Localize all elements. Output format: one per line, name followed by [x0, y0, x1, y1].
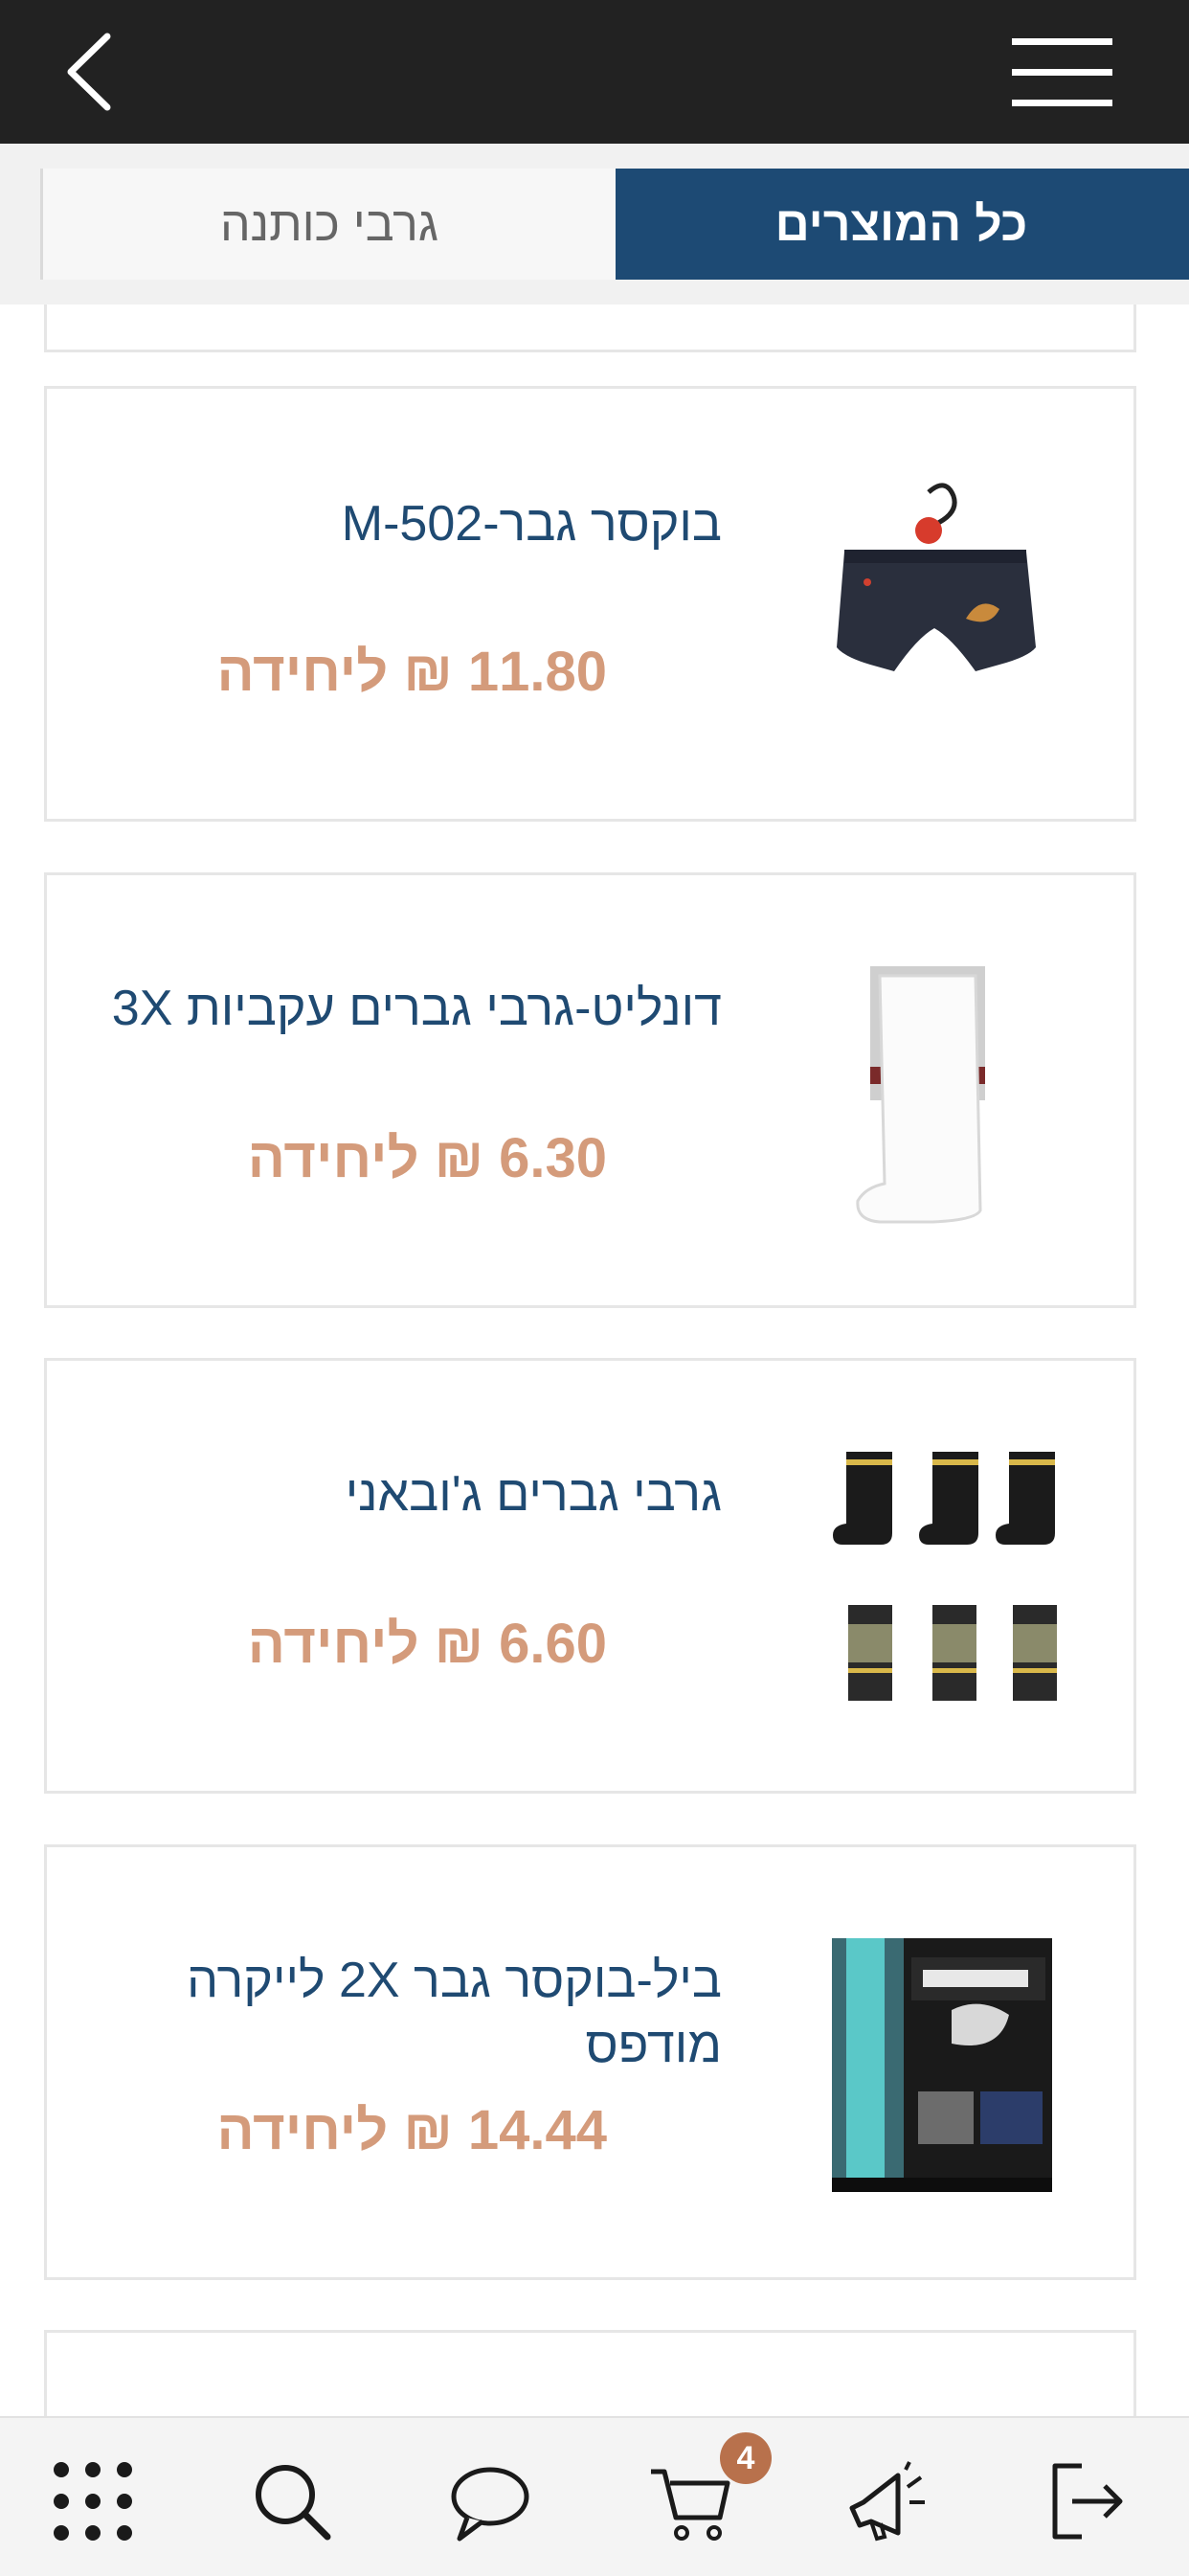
- product-price: 6.60 ₪ ליחידה: [247, 1613, 607, 1675]
- product-price: 11.80 ₪ ליחידה: [216, 641, 608, 703]
- redbuck-boxer-pack-image: [832, 1938, 1052, 2192]
- product-card[interactable]: בוקסר גבר-M-502 11.80 ₪ ליחידה: [44, 386, 1136, 822]
- tab-cotton-socks[interactable]: גרבי כותנה: [40, 169, 616, 280]
- logout-icon[interactable]: [1043, 2458, 1130, 2544]
- product-title: ביל-בוקסר גבר 2X לייקרה מודפס: [187, 1953, 722, 2073]
- product-title: בוקסר גבר-M-502: [341, 496, 722, 552]
- chevron-left-icon[interactable]: [57, 29, 124, 115]
- search-icon[interactable]: [249, 2458, 335, 2544]
- cart-count-badge: 4: [720, 2432, 772, 2484]
- product-card-partial[interactable]: [44, 305, 1136, 352]
- product-card[interactable]: ביל-בוקסר גבר 2X לייקרה מודפס 14.44 ₪ לי…: [44, 1844, 1136, 2280]
- chat-icon[interactable]: [446, 2458, 532, 2544]
- product-list: בוקסר גבר-M-502 11.80 ₪ ליחידה דונליט-גר…: [0, 305, 1189, 2416]
- product-card[interactable]: גרבי גברים ג'ובאני 6.60 ₪ ליחידה: [44, 1358, 1136, 1794]
- tab-all-products[interactable]: כל המוצרים: [614, 169, 1189, 280]
- apps-grid-icon[interactable]: [50, 2458, 136, 2544]
- megaphone-icon[interactable]: [842, 2458, 929, 2544]
- product-card-partial[interactable]: [44, 2330, 1136, 2416]
- white-socks-image: [856, 966, 985, 1224]
- boxer-briefs-image: [837, 483, 1036, 671]
- product-price: 14.44 ₪ ליחידה: [216, 2099, 608, 2161]
- top-bar: [0, 0, 1189, 144]
- cart-icon[interactable]: [647, 2458, 733, 2544]
- product-title: גרבי גברים ג'ובאני: [345, 1466, 722, 1522]
- product-title: דונליט-גרבי גברים עקביות 3X: [111, 981, 722, 1036]
- bottom-navigation: [0, 2416, 1189, 2576]
- category-tabs: כל המוצרים גרבי כותנה: [0, 144, 1189, 305]
- black-socks-image: [833, 1452, 1057, 1701]
- product-card[interactable]: דונליט-גרבי גברים עקביות 3X 6.30 ₪ ליחיד…: [44, 872, 1136, 1308]
- hamburger-menu-icon[interactable]: [1012, 36, 1112, 109]
- product-price: 6.30 ₪ ליחידה: [247, 1127, 607, 1189]
